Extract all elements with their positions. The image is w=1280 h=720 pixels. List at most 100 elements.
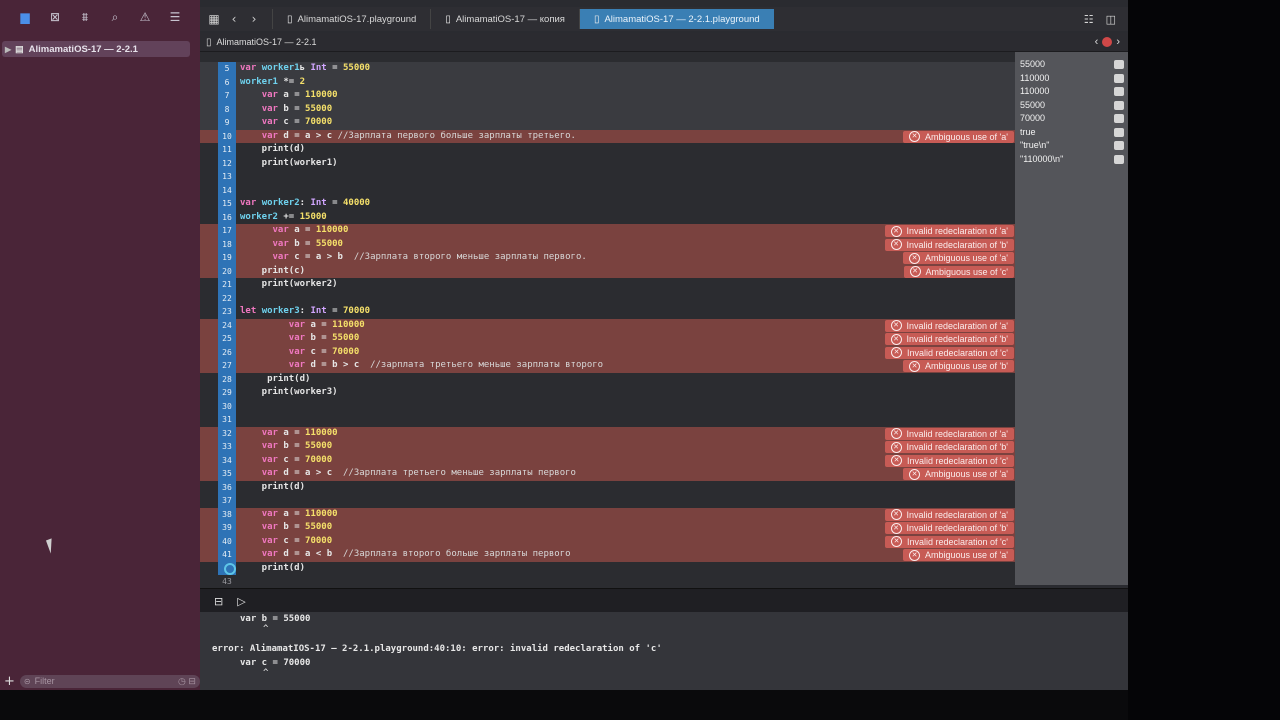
line-number[interactable]: 15: [218, 197, 236, 211]
line-number[interactable]: 41: [218, 548, 236, 562]
recent-files-icon[interactable]: ◷ ⊟: [178, 676, 196, 687]
code-line[interactable]: 16 worker2 += 15000: [200, 210, 1015, 224]
code-line[interactable]: 14: [200, 183, 1015, 197]
line-number[interactable]: 17: [218, 224, 236, 238]
forward-icon[interactable]: ›: [248, 12, 260, 26]
line-number[interactable]: 16: [218, 210, 236, 224]
error-badge[interactable]: ✕ Invalid redeclaration of 'a': [884, 319, 1014, 332]
tab-playground-active[interactable]: ▯ AlimamatiOS-17 — 2-2.1.playground: [578, 9, 774, 29]
code-line[interactable]: 21 print(worker2): [200, 278, 1015, 292]
source-control-icon[interactable]: ⊠: [47, 10, 63, 24]
quick-look-icon[interactable]: [1114, 87, 1124, 96]
line-number[interactable]: 34: [218, 453, 236, 467]
play-icon[interactable]: ▷: [237, 595, 245, 608]
next-issue-icon[interactable]: ›: [1116, 36, 1120, 48]
error-badge[interactable]: ✕ Invalid redeclaration of 'b': [884, 333, 1014, 345]
error-badge[interactable]: ✕ Ambiguous use of 'b': [903, 360, 1014, 372]
code-line[interactable]: 41 var d = a < b //Зарплата второго боль…: [200, 548, 1015, 562]
error-badge[interactable]: ✕ Invalid redeclaration of 'b': [884, 238, 1014, 251]
error-badge[interactable]: ✕ Invalid redeclaration of 'a': [884, 225, 1014, 237]
line-number[interactable]: 33: [218, 440, 236, 454]
error-badge[interactable]: ✕ Ambiguous use of 'a': [903, 549, 1014, 561]
hide-debug-area-icon[interactable]: ⊟: [214, 595, 223, 608]
quick-look-icon[interactable]: [1114, 114, 1124, 123]
line-number[interactable]: 40: [218, 534, 236, 548]
quick-look-icon[interactable]: [1114, 100, 1124, 110]
code-line[interactable]: 27 var d = b > c //зарплата третьего мен…: [200, 359, 1015, 373]
line-number[interactable]: 36: [218, 480, 236, 494]
line-number[interactable]: 12: [218, 156, 236, 170]
line-number[interactable]: 5: [218, 62, 236, 76]
code-line[interactable]: 37: [200, 494, 1015, 508]
code-line[interactable]: 8 var b = 55000: [200, 102, 1015, 116]
quick-look-icon[interactable]: [1114, 73, 1124, 83]
code-line[interactable]: 36 print(d): [200, 480, 1015, 494]
line-number[interactable]: 25: [218, 332, 236, 346]
code-line[interactable]: 5 var worker1ь Int = 55000: [200, 62, 1015, 76]
folder-icon[interactable]: ▆: [17, 10, 33, 24]
code-line[interactable]: 28 print(d): [200, 372, 1015, 386]
quick-look-icon[interactable]: [1114, 60, 1124, 69]
quick-look-icon[interactable]: [1114, 141, 1124, 150]
line-number[interactable]: 14: [218, 183, 236, 197]
code-line[interactable]: 10 var d = a > c //Зарплата первого боль…: [200, 129, 1015, 143]
code-line[interactable]: 30: [200, 399, 1015, 413]
line-number[interactable]: 43: [218, 575, 236, 588]
line-number[interactable]: 18: [218, 237, 236, 251]
code-line[interactable]: 15 var worker2: Int = 40000: [200, 197, 1015, 211]
code-line[interactable]: 43: [200, 575, 1015, 588]
line-number[interactable]: 39: [218, 521, 236, 535]
previous-issue-icon[interactable]: ‹: [1095, 36, 1099, 48]
error-icon[interactable]: [1102, 37, 1113, 47]
error-badge[interactable]: ✕ Ambiguous use of 'c': [903, 265, 1014, 278]
line-number[interactable]: 29: [218, 386, 236, 400]
back-icon[interactable]: ‹: [228, 12, 240, 26]
error-badge[interactable]: ✕ Ambiguous use of 'a': [903, 130, 1014, 143]
line-number[interactable]: 21: [218, 278, 236, 292]
run-icon[interactable]: [224, 563, 236, 575]
error-badge[interactable]: ✕ Ambiguous use of 'a': [903, 468, 1014, 480]
line-number[interactable]: 11: [218, 143, 236, 157]
code-line[interactable]: 6 worker1 *= 2: [200, 75, 1015, 89]
line-number[interactable]: 20: [218, 264, 236, 278]
add-icon[interactable]: +: [4, 674, 15, 689]
code-line[interactable]: 35 var d = a > c //Зарплата третьего мен…: [200, 467, 1015, 481]
line-number[interactable]: 8: [218, 102, 236, 116]
tab-playground-1[interactable]: ▯ AlimamatiOS-17.playground: [272, 9, 430, 29]
line-number[interactable]: 9: [218, 116, 236, 130]
line-number[interactable]: 22: [218, 291, 236, 305]
line-number[interactable]: 13: [218, 170, 236, 184]
error-badge[interactable]: ✕ Invalid redeclaration of 'b': [884, 522, 1014, 534]
line-number[interactable]: 24: [218, 318, 236, 332]
tab-playground-copy[interactable]: ▯ AlimamatiOS-17 — копия: [430, 9, 579, 29]
filter-options-icon[interactable]: ⊝: [24, 677, 31, 686]
error-badge[interactable]: ✕ Invalid redeclaration of 'a': [884, 508, 1014, 521]
line-number[interactable]: 32: [218, 426, 236, 440]
error-badge[interactable]: ✕ Invalid redeclaration of 'c': [885, 454, 1014, 467]
line-number[interactable]: 6: [218, 75, 236, 89]
line-number[interactable]: 7: [218, 89, 236, 103]
search-icon[interactable]: ⌕: [107, 10, 123, 25]
line-number[interactable]: 35: [218, 467, 236, 481]
code-line[interactable]: 23 let worker3: Int = 70000: [200, 305, 1015, 319]
code-line[interactable]: 22: [200, 291, 1015, 305]
code-line[interactable]: 13: [200, 170, 1015, 184]
error-badge[interactable]: ✕ Ambiguous use of 'a': [903, 252, 1014, 264]
quick-look-icon[interactable]: [1114, 154, 1124, 164]
line-number[interactable]: 38: [218, 507, 236, 521]
code-line[interactable]: 31: [200, 413, 1015, 427]
line-number[interactable]: 23: [218, 305, 236, 319]
error-badge[interactable]: ✕ Invalid redeclaration of 'a': [884, 427, 1014, 440]
code-line[interactable]: 9 var c = 70000: [200, 116, 1015, 130]
jump-bar-title[interactable]: AlimamatiOS-17 — 2-2.1: [217, 37, 317, 47]
line-number[interactable]: 10: [218, 129, 236, 143]
warning-icon[interactable]: ⚠: [137, 10, 153, 24]
code-line[interactable]: 11 print(d): [200, 143, 1015, 157]
line-number[interactable]: 31: [218, 413, 236, 427]
code-editor[interactable]: 5 var worker1ь Int = 55000 6 worker1 *= 2 7 …: [200, 52, 1015, 588]
code-line[interactable]: 29 print(worker3): [200, 386, 1015, 400]
code-line[interactable]: 20 print(c): [200, 264, 1015, 278]
hierarchy-icon[interactable]: ⩩: [77, 10, 93, 25]
error-badge[interactable]: ✕ Invalid redeclaration of 'c': [885, 346, 1014, 359]
list-icon[interactable]: ☰: [167, 10, 183, 24]
